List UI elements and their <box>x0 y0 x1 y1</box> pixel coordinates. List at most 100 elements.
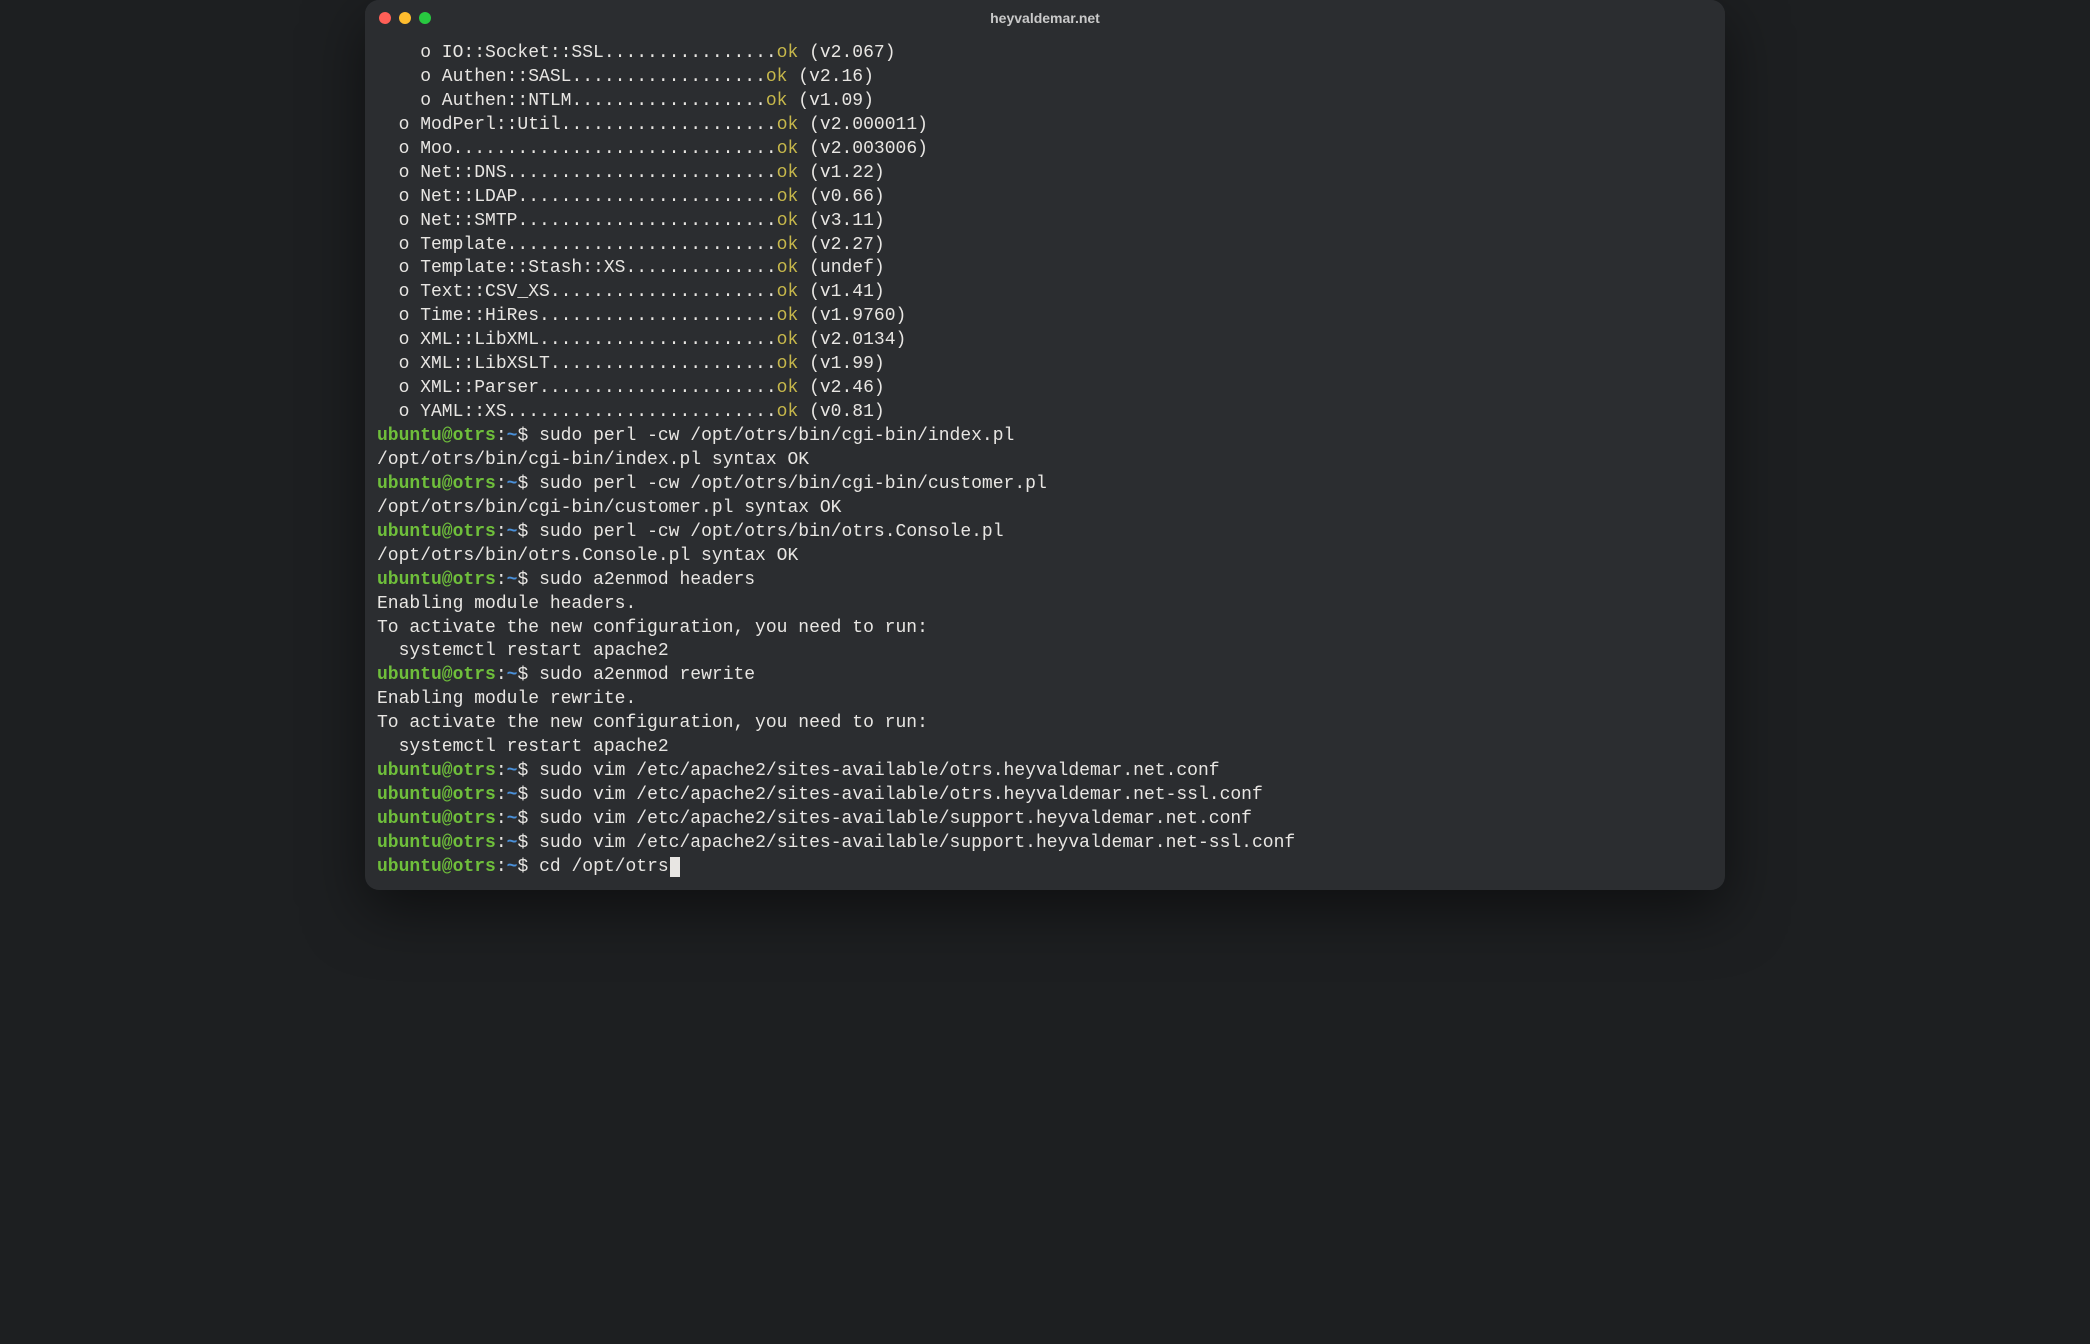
output-line: /opt/otrs/bin/cgi-bin/customer.pl syntax… <box>377 497 1713 521</box>
module-status: ok <box>777 115 799 135</box>
prompt-user: ubuntu@otrs <box>377 474 496 494</box>
module-status: ok <box>777 330 799 350</box>
command-text: sudo perl -cw /opt/otrs/bin/cgi-bin/inde… <box>539 426 1014 446</box>
prompt-path: ~ <box>507 761 518 781</box>
module-line: o Time::HiRes......................ok (v… <box>377 305 1713 329</box>
module-line: o XML::Parser......................ok (v… <box>377 377 1713 401</box>
current-command-text[interactable]: cd /opt/otrs <box>539 857 669 877</box>
prompt-path: ~ <box>507 665 518 685</box>
prompt-user: ubuntu@otrs <box>377 426 496 446</box>
module-version: (v0.81) <box>798 402 884 422</box>
prompt-separator: : <box>496 833 507 853</box>
module-line: o YAML::XS.........................ok (v… <box>377 401 1713 425</box>
module-bullet: o YAML::XS <box>377 402 507 422</box>
module-status: ok <box>766 67 788 87</box>
prompt-sigil: $ <box>517 522 539 542</box>
module-dots: .................... <box>561 115 777 135</box>
prompt-user: ubuntu@otrs <box>377 857 496 877</box>
module-status: ok <box>766 91 788 111</box>
prompt-separator: : <box>496 785 507 805</box>
prompt-line: ubuntu@otrs:~$ sudo vim /etc/apache2/sit… <box>377 784 1713 808</box>
current-prompt-line[interactable]: ubuntu@otrs:~$ cd /opt/otrs <box>377 856 1713 880</box>
zoom-icon[interactable] <box>419 12 431 24</box>
module-line: o XML::LibXSLT.....................ok (v… <box>377 353 1713 377</box>
output-text: To activate the new configuration, you n… <box>377 618 928 638</box>
module-status: ok <box>777 282 799 302</box>
prompt-sigil: $ <box>517 833 539 853</box>
prompt-path: ~ <box>507 857 518 877</box>
prompt-path: ~ <box>507 426 518 446</box>
module-bullet: o Template::Stash::XS <box>377 258 625 278</box>
module-line: o Moo..............................ok (v… <box>377 138 1713 162</box>
command-text: sudo a2enmod headers <box>539 570 755 590</box>
module-bullet: o IO::Socket::SSL <box>377 43 604 63</box>
module-bullet: o Net::SMTP <box>377 211 517 231</box>
prompt-line: ubuntu@otrs:~$ sudo perl -cw /opt/otrs/b… <box>377 521 1713 545</box>
prompt-separator: : <box>496 809 507 829</box>
prompt-path: ~ <box>507 785 518 805</box>
prompt-sigil: $ <box>517 761 539 781</box>
module-version: (v1.22) <box>798 163 884 183</box>
module-status: ok <box>777 139 799 159</box>
prompt-separator: : <box>496 570 507 590</box>
module-bullet: o Moo <box>377 139 453 159</box>
prompt-path: ~ <box>507 809 518 829</box>
module-line: o Template.........................ok (v… <box>377 234 1713 258</box>
module-dots: ...................... <box>539 378 777 398</box>
module-version: (v2.27) <box>798 235 884 255</box>
prompt-line: ubuntu@otrs:~$ sudo vim /etc/apache2/sit… <box>377 808 1713 832</box>
module-dots: .............. <box>625 258 776 278</box>
titlebar: heyvaldemar.net <box>365 0 1725 36</box>
output-line: Enabling module rewrite. <box>377 688 1713 712</box>
output-line: To activate the new configuration, you n… <box>377 712 1713 736</box>
prompt-path: ~ <box>507 522 518 542</box>
prompt-user: ubuntu@otrs <box>377 761 496 781</box>
module-line: o Net::DNS.........................ok (v… <box>377 162 1713 186</box>
module-dots: .................. <box>571 67 765 87</box>
prompt-sigil: $ <box>517 665 539 685</box>
module-status: ok <box>777 306 799 326</box>
prompt-path: ~ <box>507 474 518 494</box>
module-bullet: o Template <box>377 235 507 255</box>
module-dots: ...................... <box>539 306 777 326</box>
output-text: systemctl restart apache2 <box>377 641 669 661</box>
module-bullet: o XML::LibXML <box>377 330 539 350</box>
module-status: ok <box>777 211 799 231</box>
module-version: (v1.99) <box>798 354 884 374</box>
module-line: o Authen::SASL..................ok (v2.1… <box>377 66 1713 90</box>
module-bullet: o Authen::SASL <box>377 67 571 87</box>
module-line: o Authen::NTLM..................ok (v1.0… <box>377 90 1713 114</box>
prompt-sigil: $ <box>517 809 539 829</box>
prompt-sigil: $ <box>517 785 539 805</box>
module-bullet: o Time::HiRes <box>377 306 539 326</box>
prompt-separator: : <box>496 761 507 781</box>
module-bullet: o ModPerl::Util <box>377 115 561 135</box>
prompt-sigil: $ <box>517 474 539 494</box>
prompt-line: ubuntu@otrs:~$ sudo vim /etc/apache2/sit… <box>377 760 1713 784</box>
output-text: /opt/otrs/bin/cgi-bin/customer.pl syntax… <box>377 498 841 518</box>
minimize-icon[interactable] <box>399 12 411 24</box>
module-bullet: o XML::Parser <box>377 378 539 398</box>
module-bullet: o Authen::NTLM <box>377 91 571 111</box>
terminal-window: heyvaldemar.net o IO::Socket::SSL.......… <box>365 0 1725 890</box>
output-line: systemctl restart apache2 <box>377 640 1713 664</box>
module-line: o Net::SMTP........................ok (v… <box>377 210 1713 234</box>
prompt-sigil: $ <box>517 857 539 877</box>
prompt-sigil: $ <box>517 570 539 590</box>
module-version: (v2.003006) <box>798 139 928 159</box>
module-status: ok <box>777 43 799 63</box>
module-version: (v2.067) <box>798 43 895 63</box>
module-status: ok <box>777 402 799 422</box>
close-icon[interactable] <box>379 12 391 24</box>
module-version: (v1.41) <box>798 282 884 302</box>
terminal-body[interactable]: o IO::Socket::SSL................ok (v2.… <box>365 36 1725 890</box>
module-dots: ......................... <box>507 163 777 183</box>
module-status: ok <box>777 187 799 207</box>
module-status: ok <box>777 235 799 255</box>
module-line: o ModPerl::Util....................ok (v… <box>377 114 1713 138</box>
module-bullet: o Net::LDAP <box>377 187 517 207</box>
prompt-user: ubuntu@otrs <box>377 809 496 829</box>
prompt-user: ubuntu@otrs <box>377 570 496 590</box>
output-line: To activate the new configuration, you n… <box>377 617 1713 641</box>
command-text: sudo a2enmod rewrite <box>539 665 755 685</box>
